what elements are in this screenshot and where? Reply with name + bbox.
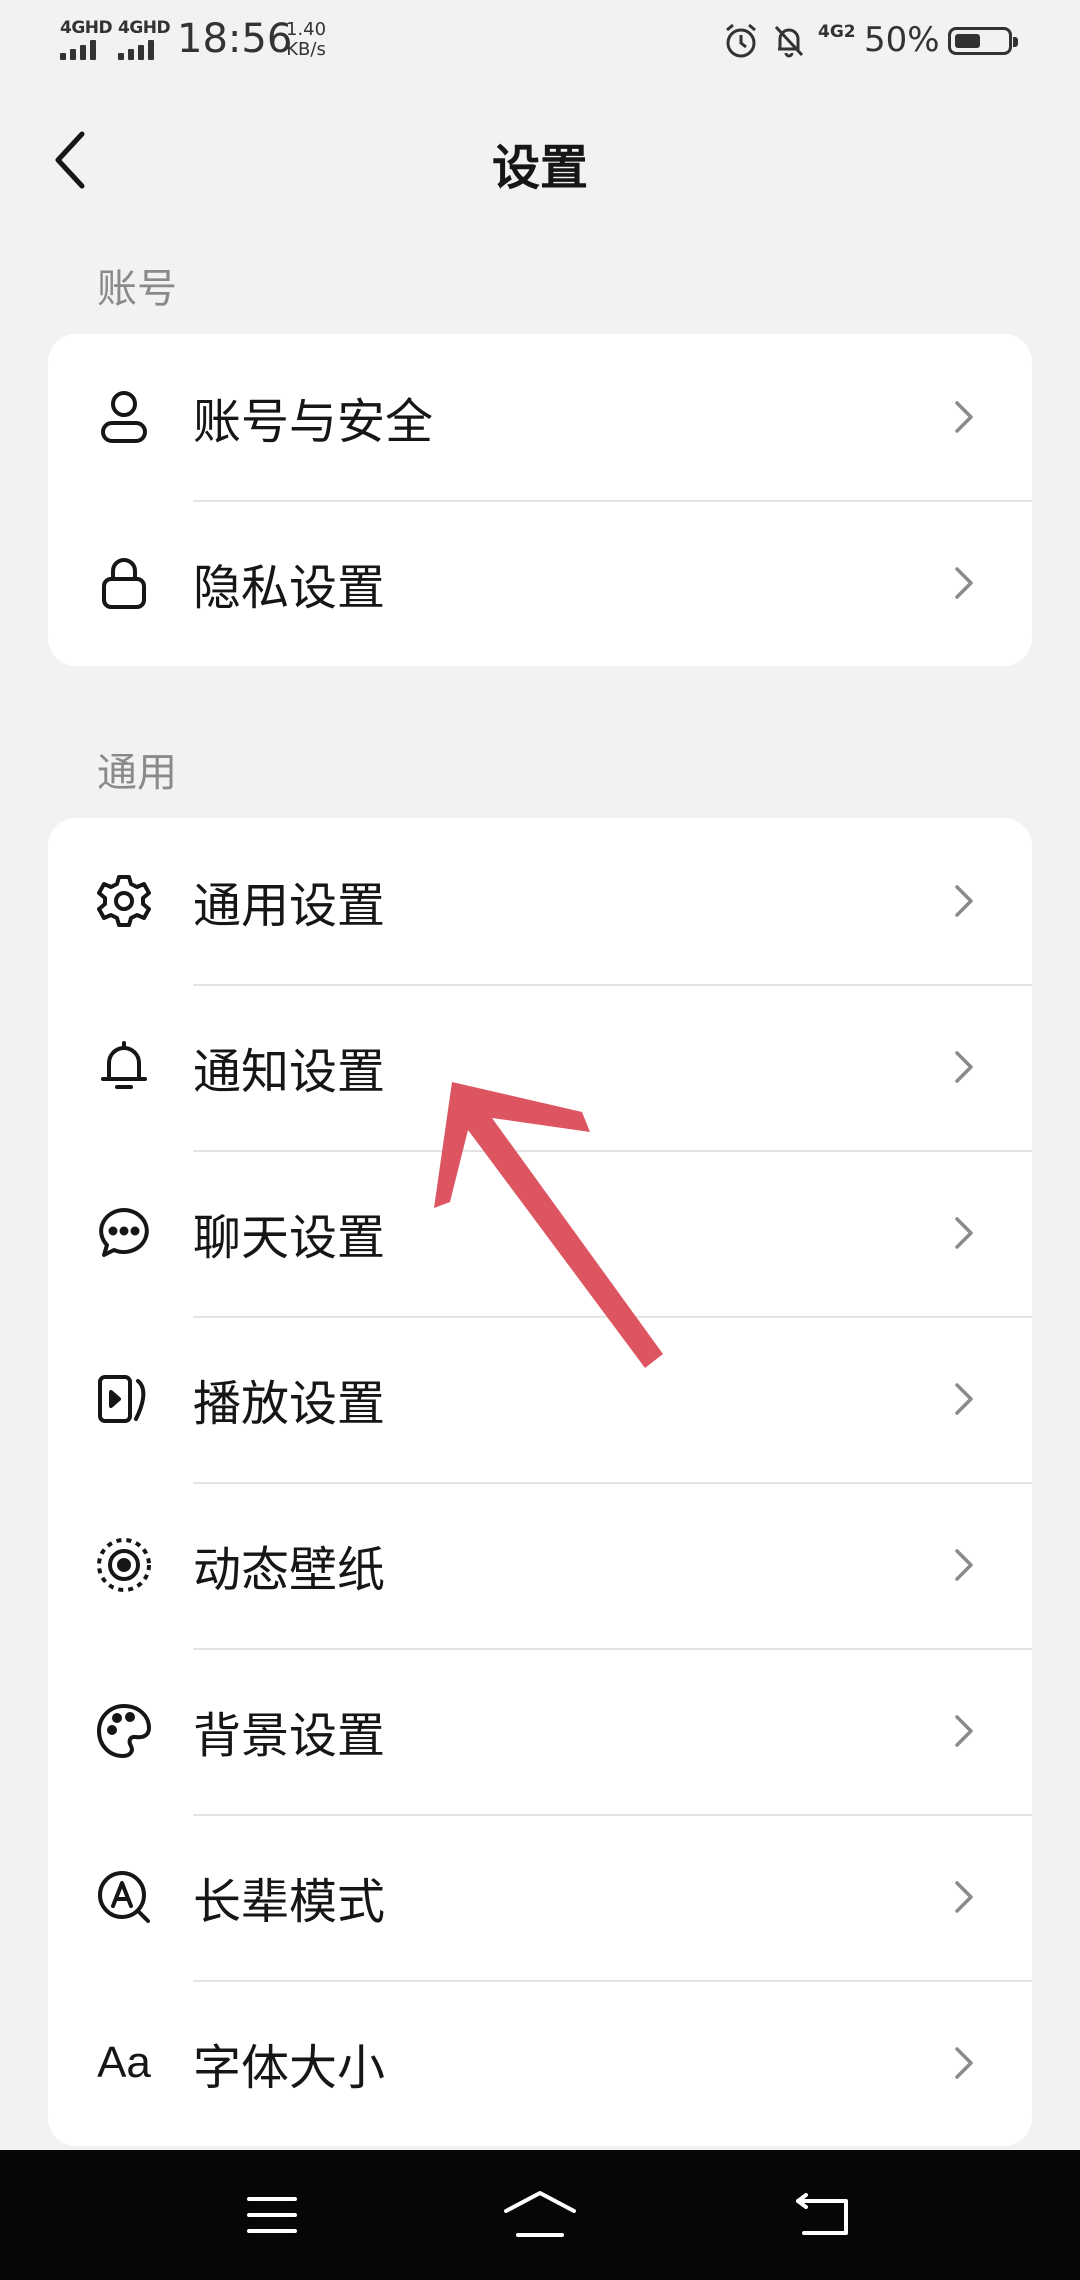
user-icon [94,387,154,447]
system-nav-bar [0,2150,1080,2280]
network-type: 4G2 [818,22,856,42]
menu-item-chat-settings[interactable]: 聊天设置 [48,1150,1032,1316]
elder-mode-icon [94,1867,154,1927]
chevron-right-icon [955,1217,973,1249]
chevron-right-icon [955,1051,973,1083]
menu-item-label: 播放设置 [193,1376,386,1432]
menu-item-label: 通用设置 [193,878,386,934]
menu-item-general-settings[interactable]: 通用设置 [48,818,1032,984]
live-wallpaper-icon [94,1535,154,1595]
menu-item-label: 背景设置 [193,1708,386,1764]
menu-button[interactable] [227,2180,317,2250]
chevron-right-icon [955,401,973,433]
menu-item-notification-settings[interactable]: 通知设置 [48,984,1032,1150]
chevron-right-icon [955,1383,973,1415]
font-size-icon: Aa [94,2033,154,2093]
chevron-right-icon [955,2047,973,2079]
chevron-right-icon [955,567,973,599]
back-icon [796,2193,848,2235]
palette-icon [94,1701,154,1761]
bell-icon [94,1037,154,1097]
sim1-label: 4GHD [60,18,113,38]
menu-item-label: 隐私设置 [193,560,386,616]
general-card: 通用设置 通知设置 聊天设置 播放设置 动态壁纸 背景设置 长辈模式 Aa 字体… [48,818,1032,2146]
account-card: 账号与安全 隐私设置 [48,334,1032,666]
status-bar: 4GHD 4GHD 18:56 1.40 KB/s 4G2 50% [0,0,1080,84]
menu-icon [247,2197,297,2233]
chevron-right-icon [955,1715,973,1747]
menu-item-label: 字体大小 [193,2040,386,2096]
page-title: 设置 [491,140,588,196]
menu-item-label: 动态壁纸 [193,1542,386,1598]
network-speed: 1.40 KB/s [286,20,326,60]
battery-icon [948,27,1018,55]
menu-item-elder-mode[interactable]: 长辈模式 [48,1814,1032,1980]
font-size-icon-text: Aa [97,2038,151,2087]
battery-percent: 50% [864,20,940,60]
menu-item-label: 账号与安全 [193,394,434,450]
menu-item-label: 通知设置 [193,1044,386,1100]
back-nav-button[interactable] [779,2180,869,2250]
play-icon [94,1369,154,1429]
clock: 18:56 [177,16,293,62]
battery-fill [955,34,980,48]
chat-bubble-icon [94,1203,154,1263]
menu-item-font-size[interactable]: Aa 字体大小 [48,1980,1032,2146]
menu-item-playback-settings[interactable]: 播放设置 [48,1316,1032,1482]
menu-item-account-security[interactable]: 账号与安全 [48,334,1032,500]
chevron-right-icon [955,885,973,917]
menu-item-background-settings[interactable]: 背景设置 [48,1648,1032,1814]
speed-value: 1.40 [286,19,327,40]
menu-item-privacy[interactable]: 隐私设置 [48,500,1032,666]
sim2-label: 4GHD [118,18,171,38]
menu-item-label: 聊天设置 [193,1210,386,1266]
speed-unit: KB/s [286,39,326,60]
chevron-right-icon [955,1549,973,1581]
chevron-right-icon [955,1881,973,1913]
home-icon [504,2191,576,2237]
alarm-icon [722,22,760,64]
menu-item-live-wallpaper[interactable]: 动态壁纸 [48,1482,1032,1648]
section-label-general: 通用 [97,750,177,796]
mute-bell-icon [770,22,808,64]
menu-item-label: 长辈模式 [193,1874,386,1930]
gear-icon [94,871,154,931]
lock-icon [94,553,154,613]
home-button[interactable] [495,2180,585,2250]
section-label-account: 账号 [97,266,177,312]
